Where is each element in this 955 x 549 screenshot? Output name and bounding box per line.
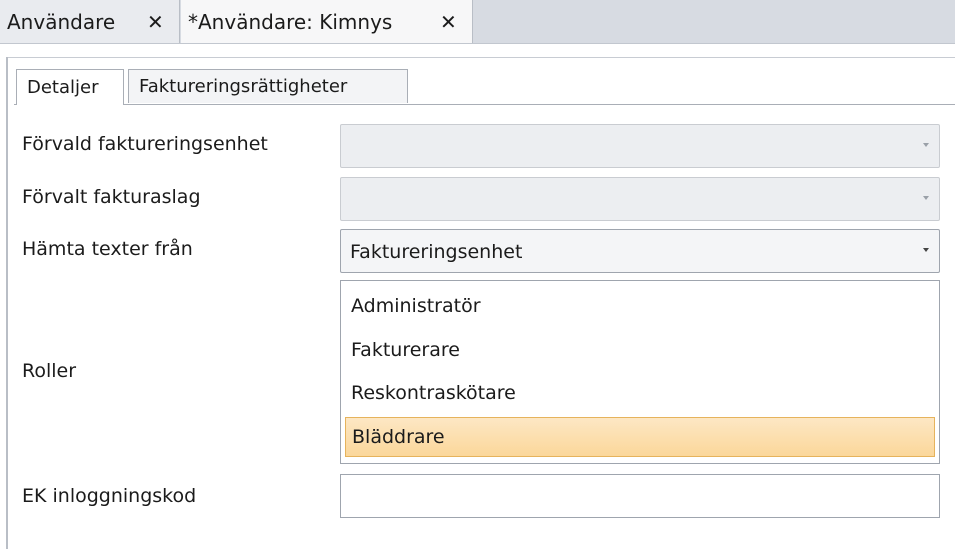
tab-user-kimnys-label: *Användare: Kimnys [188, 9, 393, 34]
ek-login-code-label: EK inloggningskod [22, 485, 197, 507]
tab-details[interactable]: Detaljer [16, 69, 124, 105]
default-billing-unit-combo [340, 124, 940, 168]
default-billing-unit-label: Förvald faktureringsenhet [22, 133, 268, 155]
default-invoice-type-label: Förvalt fakturaslag [22, 186, 201, 208]
tab-divider [14, 104, 955, 105]
fetch-texts-from-combo[interactable]: Faktureringsenhet [340, 229, 940, 273]
panel-border-top [6, 57, 955, 58]
list-item[interactable]: Administratör [345, 286, 935, 326]
chevron-down-icon[interactable] [923, 248, 929, 252]
tab-details-label: Detaljer [27, 77, 99, 98]
active-tab-connector [17, 103, 123, 106]
tab-user-kimnys[interactable]: *Användare: Kimnys ✕ [181, 0, 473, 43]
close-icon[interactable]: ✕ [147, 10, 164, 34]
tab-users-label: Användare [7, 9, 116, 34]
fetch-texts-from-value: Faktureringsenhet [350, 241, 523, 263]
default-invoice-type-combo [340, 177, 940, 221]
chevron-down-icon [923, 143, 929, 147]
tab-billing-rights-label: Faktureringsrättigheter [139, 76, 348, 97]
fetch-texts-from-label: Hämta texter från [22, 238, 193, 260]
close-icon[interactable]: ✕ [440, 10, 457, 34]
roles-listbox[interactable]: Administratör Fakturerare Reskontrasköta… [340, 280, 940, 464]
roles-label: Roller [22, 360, 77, 382]
tab-billing-rights[interactable]: Faktureringsrättigheter [128, 69, 408, 103]
panel-border-left [6, 57, 8, 549]
document-tabstrip: Användare ✕ *Användare: Kimnys ✕ [0, 0, 955, 44]
list-item-selected[interactable]: Bläddrare [345, 417, 935, 457]
ek-login-code-input[interactable] [340, 474, 940, 518]
list-item[interactable]: Fakturerare [345, 330, 935, 370]
chevron-down-icon [923, 196, 929, 200]
list-item[interactable]: Reskontraskötare [345, 373, 935, 413]
tab-users[interactable]: Användare ✕ [0, 0, 180, 43]
